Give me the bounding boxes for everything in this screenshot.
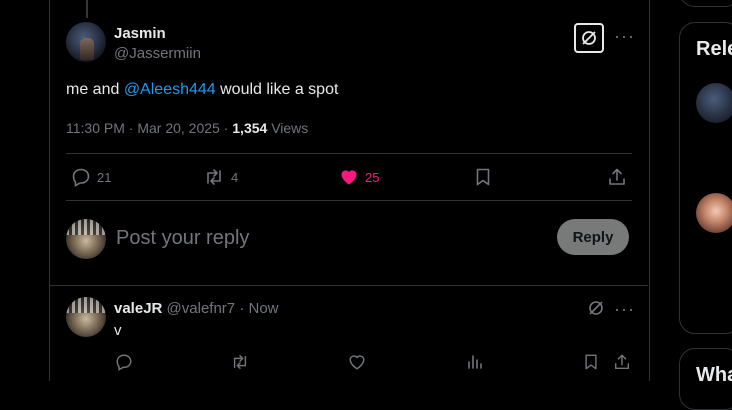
avatar[interactable] xyxy=(66,219,106,259)
views-icon xyxy=(468,355,482,369)
sidebar-card-title: Wha xyxy=(696,364,732,386)
views-action[interactable] xyxy=(466,353,484,371)
author-handle[interactable]: @Jassermiin xyxy=(114,45,201,62)
divider xyxy=(50,285,648,286)
like-action[interactable] xyxy=(348,353,366,371)
grok-icon xyxy=(589,301,603,315)
avatar[interactable] xyxy=(66,297,106,337)
post-timestamp[interactable]: 11:30 PM · Mar 20, 2025 · xyxy=(66,120,232,136)
bookmark-action[interactable] xyxy=(474,167,492,187)
share-icon xyxy=(609,168,625,185)
views-count: 1,354 xyxy=(232,120,268,136)
views-label: Views xyxy=(271,120,309,136)
reply-action[interactable]: 21 xyxy=(71,167,111,187)
share-action[interactable] xyxy=(613,353,631,371)
sidebar-card-title: Rele xyxy=(696,38,732,60)
repost-icon xyxy=(233,354,247,370)
divider xyxy=(66,200,632,201)
reply-icon xyxy=(72,168,90,187)
avatar[interactable] xyxy=(696,193,732,233)
mention-link[interactable]: @Aleesh444 xyxy=(124,81,216,98)
reply-time[interactable]: Now xyxy=(248,300,278,317)
repost-action[interactable]: 4 xyxy=(203,167,238,187)
reply-author-handle[interactable]: @valefnr7 xyxy=(167,300,236,317)
grok-icon xyxy=(582,31,596,45)
repost-count: 4 xyxy=(231,169,239,185)
more-icon[interactable]: ··· xyxy=(614,299,635,320)
avatar[interactable] xyxy=(66,22,106,62)
heart-icon xyxy=(349,355,365,370)
like-count: 25 xyxy=(365,169,380,185)
like-action[interactable]: 25 xyxy=(339,167,379,187)
reply-header: valeJR @valefnr7 · Now xyxy=(114,300,279,317)
heart-icon xyxy=(341,170,357,185)
separator: · xyxy=(239,300,245,317)
bookmark-icon xyxy=(476,168,490,186)
grok-button[interactable] xyxy=(587,299,605,322)
reply-count: 21 xyxy=(97,169,112,185)
post-text-start: me and xyxy=(66,81,124,98)
bookmark-icon xyxy=(585,354,597,370)
post-meta: 11:30 PM · Mar 20, 2025 · 1,354 Views xyxy=(66,120,308,136)
repost-icon xyxy=(207,169,221,185)
grok-button[interactable] xyxy=(574,23,604,53)
reply-action[interactable] xyxy=(115,353,133,371)
share-action[interactable] xyxy=(607,167,627,187)
repost-action[interactable] xyxy=(230,353,250,371)
sidebar-card xyxy=(679,22,732,334)
more-icon[interactable]: ··· xyxy=(614,26,635,47)
post-text-end: would like a spot xyxy=(215,81,339,98)
bookmark-action[interactable] xyxy=(583,353,599,371)
divider xyxy=(66,153,632,154)
author-name[interactable]: Jasmin xyxy=(114,25,166,42)
share-icon xyxy=(614,354,630,370)
avatar[interactable] xyxy=(696,83,732,123)
reply-button[interactable]: Reply xyxy=(557,219,629,255)
reply-input[interactable]: Post your reply xyxy=(116,227,249,250)
post-text: me and @Aleesh444 would like a spot xyxy=(66,81,338,99)
reply-author-name[interactable]: valeJR xyxy=(114,300,162,317)
reply-text: v xyxy=(114,322,122,339)
reply-icon xyxy=(116,354,132,371)
sidebar-card xyxy=(679,0,732,7)
thread-connector-line xyxy=(86,0,88,18)
